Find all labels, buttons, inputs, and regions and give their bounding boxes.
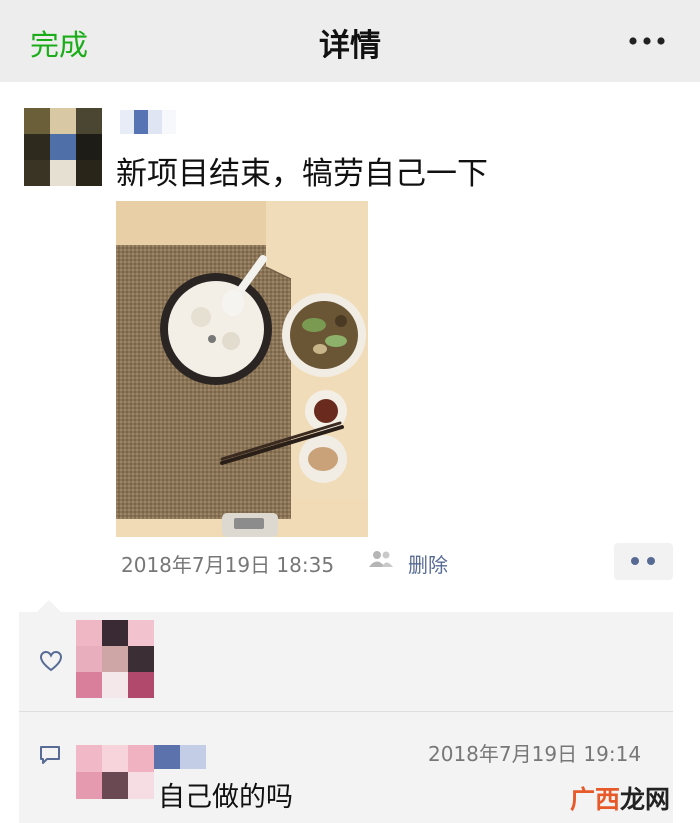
post-actions-button[interactable] bbox=[614, 543, 673, 580]
post-text: 新项目结束，犒劳自己一下 bbox=[116, 156, 488, 192]
commenter-name[interactable] bbox=[154, 745, 206, 769]
comment-bubble-icon bbox=[40, 746, 60, 764]
post-timestamp: 2018年7月19日 18:35 bbox=[121, 553, 335, 577]
avatar[interactable] bbox=[24, 108, 102, 186]
people-icon bbox=[369, 551, 393, 567]
more-dots-icon[interactable] bbox=[628, 36, 666, 46]
top-nav-bar: 完成 详情 bbox=[0, 0, 700, 82]
divider bbox=[19, 711, 673, 712]
comment-timestamp: 2018年7月19日 19:14 bbox=[428, 742, 642, 766]
commenter-avatar[interactable] bbox=[76, 745, 154, 799]
watermark-part2: 龙网 bbox=[620, 785, 671, 814]
heart-icon bbox=[39, 650, 63, 672]
watermark: 广西龙网 bbox=[570, 780, 670, 816]
panel-arrow bbox=[37, 600, 61, 612]
delete-link[interactable]: 删除 bbox=[408, 549, 448, 578]
two-dots-icon bbox=[631, 557, 655, 565]
watermark-part1: 广西 bbox=[570, 785, 621, 814]
post-photo[interactable] bbox=[116, 201, 368, 537]
page-title: 详情 bbox=[319, 28, 381, 64]
poster-name[interactable] bbox=[120, 110, 176, 134]
liker-avatar[interactable] bbox=[76, 620, 154, 698]
comment-text: 自己做的吗 bbox=[158, 782, 293, 813]
